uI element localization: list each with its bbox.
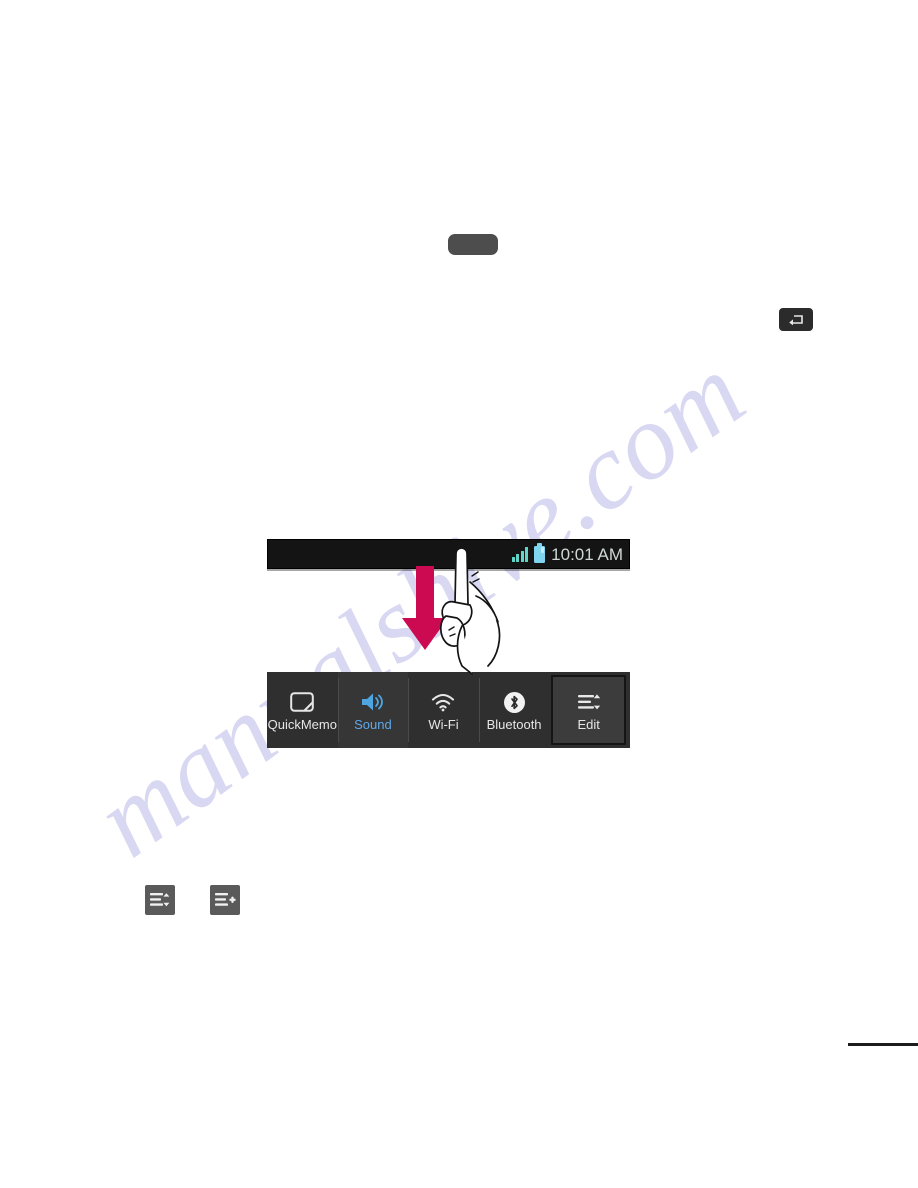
manual-page: manualshive.com 10:01 AM [0, 0, 918, 1188]
bluetooth-icon [503, 689, 525, 715]
reorder-list-icon [145, 885, 175, 915]
blank-pill-button[interactable] [448, 234, 498, 255]
quick-tile-sound-label: Sound [354, 717, 392, 732]
quick-tile-edit-label: Edit [577, 717, 600, 732]
page-footer-rule [848, 1043, 918, 1046]
sound-speaker-icon [360, 689, 386, 715]
quick-tile-quickmemo[interactable]: QuickMemo [267, 672, 338, 748]
back-arrow-icon [787, 314, 805, 326]
edit-list-icon [576, 689, 602, 715]
back-key-button[interactable] [779, 308, 813, 331]
status-bar-clock: 10:01 AM [551, 544, 623, 564]
quick-tile-sound[interactable]: Sound [337, 672, 409, 748]
bluetooth-badge [503, 691, 525, 713]
pointing-hand-illustration [432, 542, 542, 687]
quick-tile-wifi-label: Wi-Fi [428, 717, 459, 732]
add-list-icon [210, 885, 240, 915]
quick-tile-edit[interactable]: Edit [551, 675, 626, 745]
quick-tile-bluetooth-label: Bluetooth [486, 717, 542, 732]
quickmemo-icon [290, 689, 315, 715]
quick-tile-quickmemo-label: QuickMemo [267, 717, 337, 732]
wifi-icon [430, 689, 456, 715]
